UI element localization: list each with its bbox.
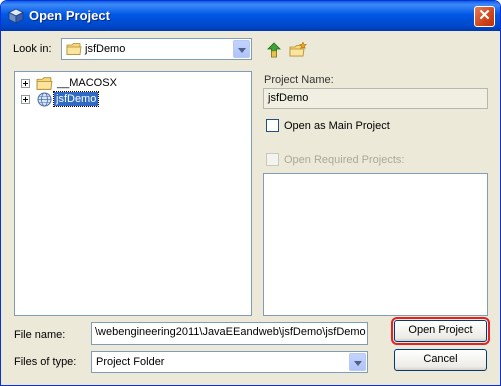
cube-icon	[8, 8, 24, 24]
cancel-label: Cancel	[423, 353, 458, 365]
project-tree[interactable]: __MACOSX jsfDemo	[14, 71, 252, 316]
required-projects-list[interactable]	[263, 173, 488, 316]
chevron-down-icon[interactable]	[233, 40, 250, 58]
look-in-combo[interactable]: jsfDemo	[61, 38, 252, 60]
look-in-label: Look in:	[13, 43, 52, 55]
open-as-main-checkbox[interactable]	[266, 119, 279, 132]
expand-icon[interactable]	[21, 95, 30, 104]
open-project-dialog: Open Project ✕ Look in: jsfDemo __MACOSX…	[0, 0, 501, 386]
project-name-field: jsfDemo	[263, 88, 488, 109]
project-name-label: Project Name:	[264, 74, 334, 86]
files-of-type-label: Files of type:	[14, 356, 77, 368]
new-folder-icon[interactable]	[289, 41, 307, 59]
tree-item-macosx[interactable]: __MACOSX	[19, 76, 139, 92]
open-required-label: Open Required Projects:	[284, 154, 405, 166]
up-folder-icon[interactable]	[265, 41, 283, 59]
globe-project-icon	[37, 92, 52, 107]
tree-item-label-selected: jsfDemo	[52, 91, 100, 107]
folder-icon	[36, 77, 53, 90]
files-of-type-combo[interactable]: Project Folder	[91, 351, 368, 373]
open-project-label: Open Project	[408, 324, 473, 336]
close-button[interactable]: ✕	[474, 6, 495, 27]
look-in-value: jsfDemo	[85, 43, 126, 55]
open-required-checkbox[interactable]	[266, 153, 279, 166]
files-of-type-value: Project Folder	[96, 356, 165, 368]
expand-icon[interactable]	[21, 79, 30, 88]
file-name-label: File name:	[14, 329, 66, 341]
folder-icon	[66, 43, 82, 55]
file-name-value: \webengineering2011\JavaEEandweb\jsfDemo…	[95, 326, 366, 338]
dialog-title: Open Project	[29, 8, 110, 23]
project-name-value: jsfDemo	[268, 92, 309, 104]
chevron-down-icon[interactable]	[349, 353, 366, 371]
open-as-main-label: Open as Main Project	[284, 120, 390, 132]
open-project-button[interactable]: Open Project	[391, 317, 490, 345]
file-name-input[interactable]: \webengineering2011\JavaEEandweb\jsfDemo…	[91, 322, 368, 345]
tree-item-jsfdemo[interactable]: jsfDemo	[19, 91, 139, 108]
close-icon: ✕	[478, 7, 491, 24]
tree-item-label: __MACOSX	[57, 77, 117, 89]
title-bar[interactable]: Open Project ✕	[1, 1, 500, 31]
cancel-button[interactable]: Cancel	[394, 349, 487, 371]
